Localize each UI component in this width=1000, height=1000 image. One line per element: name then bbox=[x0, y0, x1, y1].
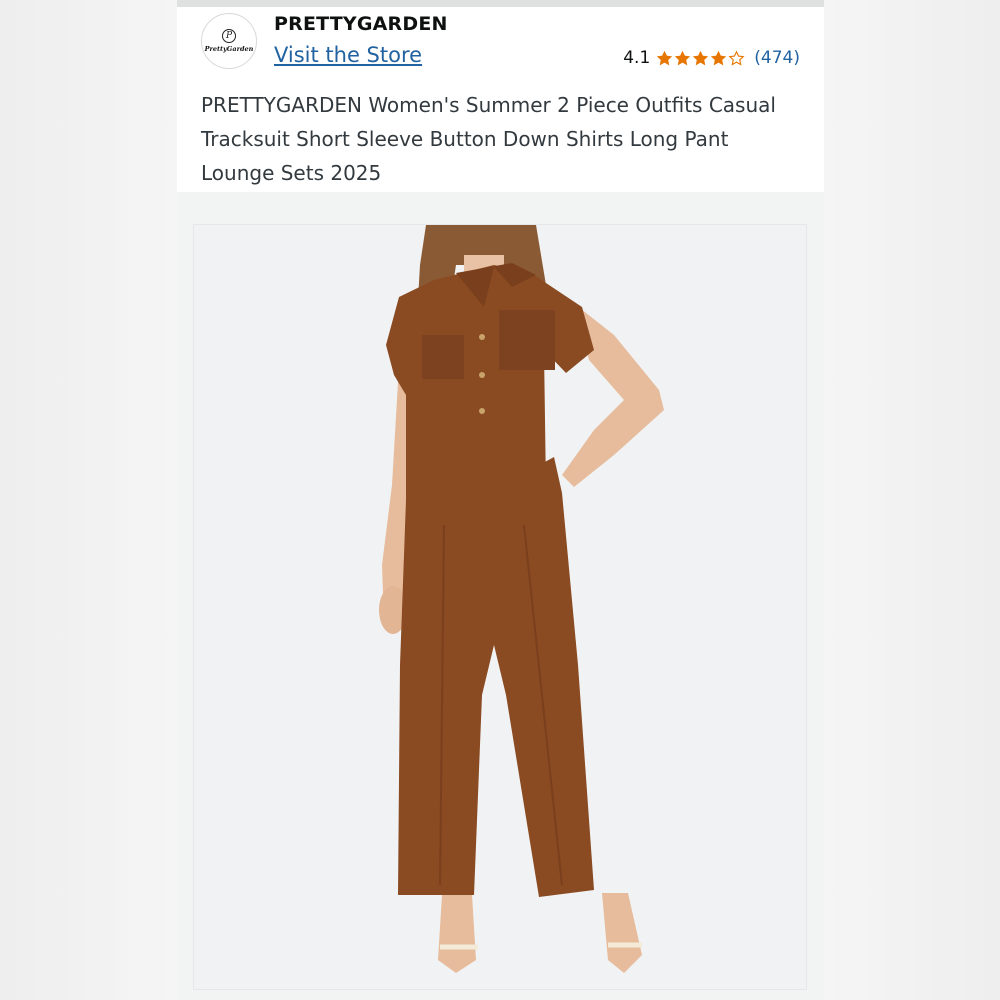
logo-wordmark: PrettyGarden bbox=[204, 45, 254, 53]
pants-shape bbox=[398, 457, 594, 897]
rating-value: 4.1 bbox=[623, 48, 651, 68]
top-divider bbox=[177, 0, 824, 7]
review-count-link[interactable]: (474) bbox=[754, 48, 800, 68]
model-illustration bbox=[379, 225, 664, 973]
pocket-left bbox=[422, 335, 464, 379]
shirt-button bbox=[479, 372, 485, 378]
star-icon bbox=[728, 49, 745, 66]
foot-left bbox=[438, 895, 476, 973]
star-rating bbox=[656, 49, 746, 67]
star-icon bbox=[693, 50, 709, 65]
star-icon bbox=[675, 50, 691, 65]
logo-mark: P bbox=[222, 29, 236, 43]
shirt-button bbox=[479, 334, 485, 340]
rating-summary[interactable]: 4.1 (474) bbox=[623, 48, 800, 68]
pocket-right bbox=[499, 310, 555, 370]
store-logo-icon[interactable]: P PrettyGarden bbox=[201, 13, 257, 69]
product-image[interactable] bbox=[193, 224, 807, 990]
brand-name: PRETTYGARDEN bbox=[274, 13, 448, 35]
visit-store-link[interactable]: Visit the Store bbox=[274, 43, 422, 67]
product-panel: P PrettyGarden PRETTYGARDEN Visit the St… bbox=[177, 0, 824, 1000]
shirt-button bbox=[479, 408, 485, 414]
star-icon bbox=[711, 50, 727, 65]
star-icon bbox=[657, 50, 673, 65]
shirt-shape bbox=[386, 265, 594, 503]
foot-right bbox=[602, 893, 642, 973]
product-title: PRETTYGARDEN Women's Summer 2 Piece Outf… bbox=[201, 93, 776, 185]
product-header: P PrettyGarden PRETTYGARDEN Visit the St… bbox=[177, 7, 824, 192]
